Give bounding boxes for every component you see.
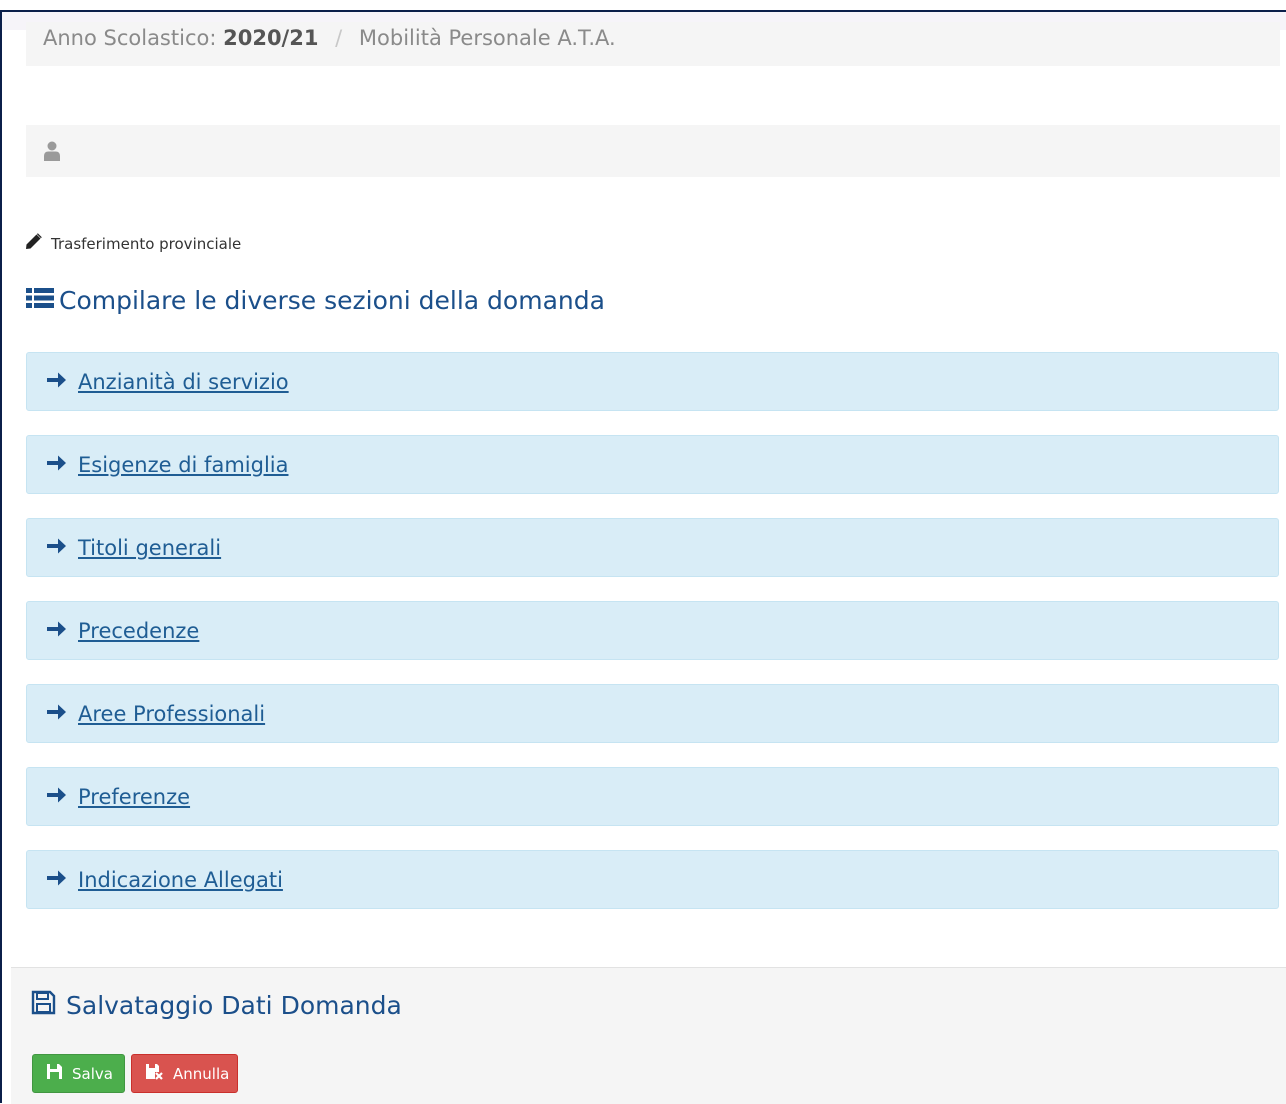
arrow-right-icon <box>46 620 78 642</box>
floppy-remove-icon <box>146 1063 173 1084</box>
section-anzianita-di-servizio[interactable]: Anzianità di servizio <box>26 352 1279 411</box>
section-precedenze[interactable]: Precedenze <box>26 601 1279 660</box>
pencil-icon <box>25 233 51 254</box>
section-link[interactable]: Precedenze <box>78 619 199 643</box>
application-type-label: Trasferimento provinciale <box>51 234 242 253</box>
breadcrumb-separator: / <box>335 26 343 50</box>
application-type: Trasferimento provinciale <box>25 233 241 254</box>
arrow-right-icon <box>46 786 78 808</box>
save-button-label: Salva <box>72 1064 113 1083</box>
section-aree-professionali[interactable]: Aree Professionali <box>26 684 1279 743</box>
section-link[interactable]: Preferenze <box>78 785 190 809</box>
arrow-right-icon <box>46 869 78 891</box>
section-titoli-generali[interactable]: Titoli generali <box>26 518 1279 577</box>
list-icon <box>26 286 59 315</box>
section-link[interactable]: Indicazione Allegati <box>78 868 283 892</box>
breadcrumb-current: Mobilità Personale A.T.A. <box>358 26 616 50</box>
user-icon <box>43 140 61 166</box>
section-preferenze[interactable]: Preferenze <box>26 767 1279 826</box>
section-link[interactable]: Anzianità di servizio <box>78 370 289 394</box>
floppy-disk-icon <box>31 990 66 1021</box>
save-button[interactable]: Salva <box>32 1054 125 1093</box>
cancel-button-label: Annulla <box>173 1064 230 1083</box>
window-left-border <box>0 10 2 1103</box>
section-esigenze-di-famiglia[interactable]: Esigenze di famiglia <box>26 435 1279 494</box>
breadcrumb-year-label: Anno Scolastico: <box>43 26 217 50</box>
section-link[interactable]: Aree Professionali <box>78 702 265 726</box>
breadcrumb-year-value: 2020/21 <box>223 26 319 50</box>
sections-heading-text: Compilare le diverse sezioni della doman… <box>59 286 605 315</box>
floppy-disk-icon <box>47 1064 72 1083</box>
save-panel-title: Salvataggio Dati Domanda <box>66 991 402 1020</box>
section-indicazione-allegati[interactable]: Indicazione Allegati <box>26 850 1279 909</box>
arrow-right-icon <box>46 537 78 559</box>
save-panel-heading: Salvataggio Dati Domanda <box>31 990 402 1021</box>
section-link[interactable]: Esigenze di famiglia <box>78 453 288 477</box>
save-panel: Salvataggio Dati Domanda Salva Annulla <box>11 967 1286 1104</box>
cancel-button[interactable]: Annulla <box>131 1054 238 1093</box>
arrow-right-icon <box>46 371 78 393</box>
breadcrumb: Anno Scolastico: 2020/21 / Mobilità Pers… <box>26 22 1280 66</box>
arrow-right-icon <box>46 703 78 725</box>
section-link[interactable]: Titoli generali <box>78 536 221 560</box>
user-bar <box>26 125 1280 177</box>
sections-heading: Compilare le diverse sezioni della doman… <box>26 286 605 315</box>
arrow-right-icon <box>46 454 78 476</box>
